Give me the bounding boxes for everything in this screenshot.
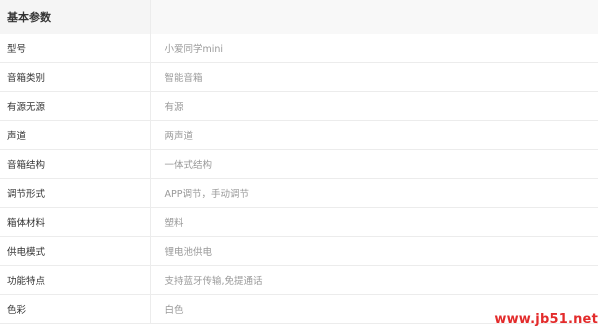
- spec-label: 有源无源: [0, 91, 151, 121]
- spec-label: 音箱类别: [0, 62, 151, 92]
- spec-label: 箱体材料: [0, 207, 151, 237]
- spec-row: 有源无源 有源: [0, 91, 598, 121]
- spec-row: 型号 小爱同学mini: [0, 34, 598, 63]
- spec-value: 小爱同学mini: [150, 34, 598, 63]
- spec-row: 供电模式 锂电池供电: [0, 236, 598, 266]
- spec-value: 一体式结构: [150, 149, 598, 179]
- spec-row: 箱体材料 塑料: [0, 207, 598, 237]
- spec-value: 锂电池供电: [150, 236, 598, 266]
- spec-label: 供电模式: [0, 236, 151, 266]
- spec-value: APP调节，手动调节: [150, 178, 598, 208]
- spec-value: 智能音箱: [150, 62, 598, 92]
- spec-row: 功能特点 支持蓝牙传输,免提通话: [0, 265, 598, 295]
- spec-row: 调节形式 APP调节，手动调节: [0, 178, 598, 208]
- spec-value: 有源: [150, 91, 598, 121]
- spec-label: 声道: [0, 120, 151, 150]
- section-header-spacer: [150, 0, 598, 34]
- spec-label: 色彩: [0, 294, 151, 324]
- spec-row: 音箱类别 智能音箱: [0, 62, 598, 92]
- spec-label: 型号: [0, 34, 151, 63]
- spec-label: 功能特点: [0, 265, 151, 295]
- site-watermark: www.jb51.net: [494, 312, 598, 327]
- section-header-row: 基本参数: [0, 0, 598, 34]
- spec-row: 声道 两声道: [0, 120, 598, 150]
- section-title: 基本参数: [0, 0, 151, 34]
- spec-table: 基本参数 型号 小爱同学mini 音箱类别 智能音箱 有源无源 有源 声道 两声…: [0, 0, 598, 324]
- spec-label: 音箱结构: [0, 149, 151, 179]
- spec-label: 调节形式: [0, 178, 151, 208]
- spec-row: 音箱结构 一体式结构: [0, 149, 598, 179]
- spec-value: 塑料: [150, 207, 598, 237]
- spec-value: 支持蓝牙传输,免提通话: [150, 265, 598, 295]
- spec-value: 两声道: [150, 120, 598, 150]
